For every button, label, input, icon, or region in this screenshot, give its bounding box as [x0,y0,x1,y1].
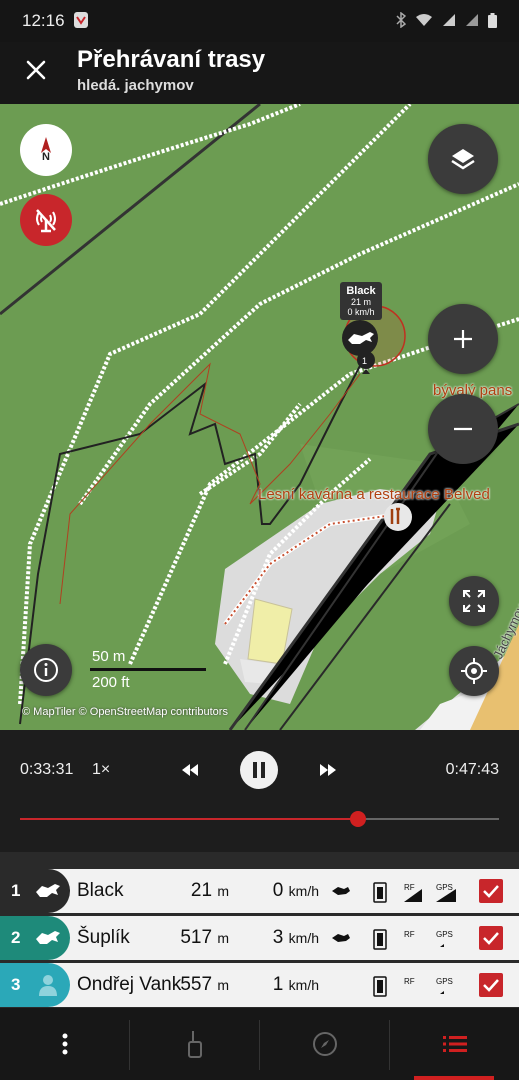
info-button[interactable] [20,644,72,696]
list-item-name: Black [77,880,124,901]
playback-speed-button[interactable]: 1× [92,761,110,779]
layers-button[interactable] [428,124,498,194]
list-item[interactable]: 1 Black 21 m 0 km/h RF GPS [0,869,519,913]
page-subtitle: hledá. jachymov [77,77,194,94]
fullscreen-icon [463,590,485,612]
svg-text:GPS: GPS [436,930,453,939]
map-scale: 50 m 200 ft [90,648,210,692]
bluetooth-icon [396,12,406,28]
nav-compass[interactable] [260,1008,389,1080]
list-item-name: Ondřej Vank [77,974,182,995]
bottom-navigation [0,1008,519,1080]
list-item-speed: 3 km/h [272,927,319,948]
playback-controls: 0:33:31 1× 0:47:43 [0,730,519,852]
zoom-out-button[interactable] [428,394,498,464]
svg-text:RF: RF [404,977,415,986]
no-signal-button[interactable] [20,194,72,246]
marker-number: 1 [362,356,367,366]
nav-list[interactable] [390,1008,519,1080]
list-item[interactable]: 2 Šuplík 517 m 3 km/h RF GPS [0,916,519,960]
dog-icon [36,931,60,944]
device-status-icons: RF GPS [332,882,456,903]
check-icon [483,932,499,945]
pause-icon [253,762,265,778]
more-vertical-icon [62,1033,67,1055]
map-attribution[interactable]: © MapTiler © OpenStreetMap contributors [22,706,228,718]
nav-device[interactable] [130,1008,259,1080]
fullscreen-button[interactable] [449,576,499,626]
nav-more[interactable] [0,1008,129,1080]
battery-icon [488,12,497,28]
check-icon [483,885,499,898]
signal-icon [443,14,455,26]
device-status-icons: RF GPS [373,976,453,997]
compass-button[interactable]: N [20,124,72,176]
track-visibility-checkbox[interactable] [479,926,503,950]
crosshair-icon [461,658,487,684]
nav-active-indicator [414,1076,494,1080]
device-status-icons: RF GPS [332,929,453,950]
list-item-speed: 0 km/h [272,880,319,901]
plus-icon [454,330,472,348]
antenna-off-icon [36,209,56,233]
status-time: 12:16 [22,11,65,30]
app-bar: Přehrávaní trasy hledá. jachymov [0,42,519,104]
tracked-list: 1 Black 21 m 0 km/h RF GPS 2 Šuplík 517 … [0,852,519,1008]
zoom-in-button[interactable] [428,304,498,374]
svg-text:RF: RF [404,930,415,939]
list-item-distance: 517 m [180,927,229,948]
list-item-name: Šuplík [77,927,130,948]
list-icon [442,1036,467,1052]
seekbar-thumb[interactable] [349,811,366,827]
dog-location-marker[interactable]: 1 [340,316,386,376]
playback-seekbar[interactable] [20,811,499,827]
signal-icon-2 [466,14,478,26]
track-visibility-checkbox[interactable] [479,879,503,903]
handheld-device-icon [187,1031,202,1058]
list-item-distance: 21 m [190,880,229,901]
list-item-distance: 557 m [180,974,229,995]
layers-icon [451,149,475,170]
elapsed-time: 0:33:31 [20,761,74,778]
total-time: 0:47:43 [445,761,499,778]
list-item-speed: 1 km/h [272,974,319,995]
compass-label: N [42,151,50,163]
page-title: Přehrávaní trasy [77,46,266,73]
list-item-badge: 3 [0,963,70,1007]
dog-icon [36,884,60,897]
svg-text:RF: RF [404,883,415,892]
check-icon [483,979,499,992]
pause-button[interactable] [240,751,278,789]
svg-text:GPS: GPS [436,883,453,892]
poi-label: Lesní kavárna a restaurace Belved [258,486,490,503]
app-notification-icon [74,12,88,28]
compass-icon [312,1032,337,1056]
fast-forward-icon[interactable] [316,760,340,780]
close-icon[interactable] [22,56,50,84]
scale-imperial: 200 ft [92,674,130,691]
svg-text:GPS: GPS [436,977,453,986]
my-location-button[interactable] [449,646,499,696]
status-bar: 12:16 [0,0,519,42]
info-icon [34,658,58,682]
list-item-badge: 1 [0,869,70,913]
person-icon [39,975,57,996]
seekbar-progress [20,818,358,820]
list-item[interactable]: 3 Ondřej Vank 557 m 1 km/h RF GPS [0,963,519,1007]
minus-icon [454,427,472,431]
list-item-badge: 2 [0,916,70,960]
rewind-icon[interactable] [178,760,202,780]
dog-map-tag[interactable]: Black 21 m 0 km/h [340,282,382,320]
track-visibility-checkbox[interactable] [479,973,503,997]
scale-metric: 50 m [92,648,126,665]
map-view[interactable]: bývalý pans Lesní kavárna a restaurace B… [0,104,519,730]
wifi-icon [416,14,432,26]
scale-bar [90,668,206,671]
